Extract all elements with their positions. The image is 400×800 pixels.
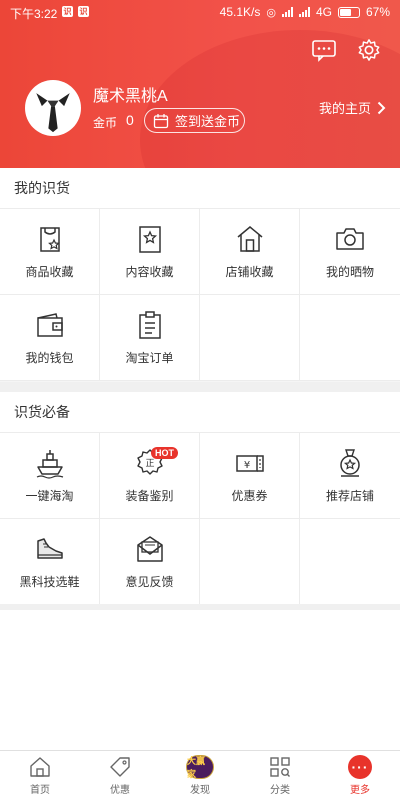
grid-item-feedback[interactable]: 意见反馈 — [100, 519, 200, 605]
coin-label: 金币 — [93, 116, 118, 130]
grid-item-label: 推荐店铺 — [325, 489, 374, 503]
tab-discover[interactable]: 大赢家 发现 — [160, 751, 240, 800]
empty-cell — [200, 295, 300, 381]
empty-cell — [300, 295, 400, 381]
grid-item-label: 意见反馈 — [125, 575, 174, 589]
my-section: 我的识货 商品收藏 内容收藏 店铺收藏 我的晒物 我的钱包 淘宝订单 — [0, 168, 400, 381]
net-speed: 45.1K/s — [219, 5, 261, 19]
discover-badge-icon: 大赢家 — [186, 755, 214, 779]
message-icon[interactable] — [311, 38, 337, 62]
coupon-icon: ¥ — [235, 455, 264, 472]
app-notification-icon: 识 — [78, 6, 89, 17]
home-icon — [30, 757, 50, 777]
grid-item-taobao-orders[interactable]: 淘宝订单 — [100, 295, 200, 381]
ship-icon — [36, 450, 63, 479]
network-type: 4G — [315, 5, 332, 19]
grid-item-product-favorites[interactable]: 商品收藏 — [0, 209, 100, 295]
more-dots-icon: ··· — [348, 755, 372, 779]
grid-item-label: 我的钱包 — [25, 351, 74, 365]
wallet-icon — [36, 313, 63, 337]
tab-categories[interactable]: 分类 — [240, 751, 320, 800]
tab-label: 更多 — [350, 785, 370, 796]
grid-item-my-showcase[interactable]: 我的晒物 — [300, 209, 400, 295]
checkin-button[interactable]: 签到送金币 — [144, 108, 245, 133]
homepage-label: 我的主页 — [318, 101, 371, 116]
avatar[interactable] — [25, 80, 81, 136]
grid-item-label: 优惠券 — [231, 489, 268, 503]
bookmark-star-icon — [138, 226, 161, 253]
store-icon — [237, 226, 262, 252]
empty-cell — [300, 519, 400, 605]
essentials-section: 识货必备 一键海淘 正 HOT 装备鉴别 ¥ 优惠券 推荐店铺 黑科技选鞋 意见… — [0, 392, 400, 605]
settings-icon[interactable] — [356, 38, 382, 62]
username: 魔术黑桃A — [93, 88, 168, 105]
grid-item-label: 淘宝订单 — [125, 351, 174, 365]
signal-icon — [281, 7, 293, 17]
tag-icon — [110, 757, 130, 777]
my-grid: 商品收藏 内容收藏 店铺收藏 我的晒物 我的钱包 淘宝订单 — [0, 208, 400, 381]
grid-item-label: 一键海淘 — [25, 489, 74, 503]
grid-item-label: 商品收藏 — [25, 265, 74, 279]
hot-badge: HOT — [151, 447, 178, 459]
chevron-right-icon — [377, 101, 386, 114]
coin-value: 0 — [126, 112, 134, 128]
tab-label: 发现 — [190, 785, 210, 796]
medal-icon — [340, 449, 360, 477]
avatar-image — [27, 82, 79, 134]
grid-item-my-wallet[interactable]: 我的钱包 — [0, 295, 100, 381]
section-title: 识货必备 — [14, 404, 70, 420]
grid-item-label: 装备鉴别 — [125, 489, 174, 503]
calendar-icon — [153, 113, 169, 128]
grid-item-label: 我的晒物 — [325, 265, 374, 279]
essentials-grid: 一键海淘 正 HOT 装备鉴别 ¥ 优惠券 推荐店铺 黑科技选鞋 意见反馈 — [0, 432, 400, 605]
status-bar: 下午3:22 识 识 45.1K/s ◎ 4G 67% — [0, 0, 400, 24]
grid-item-authentication[interactable]: 正 HOT 装备鉴别 — [100, 433, 200, 519]
empty-cell — [200, 519, 300, 605]
grid-item-content-favorites[interactable]: 内容收藏 — [100, 209, 200, 295]
empty-area — [0, 610, 400, 750]
clipboard-icon — [138, 311, 161, 339]
profile-header: 下午3:22 识 识 45.1K/s ◎ 4G 67% 魔术黑桃A 金币 0 签… — [0, 0, 400, 168]
sneaker-icon — [36, 538, 63, 559]
grid-item-store-favorites[interactable]: 店铺收藏 — [200, 209, 300, 295]
bag-star-icon — [39, 227, 60, 252]
tab-label: 优惠 — [110, 785, 130, 796]
tab-home[interactable]: 首页 — [0, 751, 80, 800]
battery-percent: 67% — [365, 5, 390, 19]
svg-text:¥: ¥ — [243, 460, 249, 471]
signal-icon — [298, 7, 310, 17]
grid-item-tech-shoe-picker[interactable]: 黑科技选鞋 — [0, 519, 100, 605]
bottom-tab-bar: 首页 优惠 大赢家 发现 分类 ··· 更多 — [0, 750, 400, 800]
grid-item-overseas-shopping[interactable]: 一键海淘 — [0, 433, 100, 519]
tab-label: 分类 — [270, 785, 290, 796]
battery-icon — [337, 6, 360, 18]
tab-deals[interactable]: 优惠 — [80, 751, 160, 800]
grid-item-label: 黑科技选鞋 — [19, 575, 80, 589]
grid-item-label: 内容收藏 — [125, 265, 174, 279]
tab-more[interactable]: ··· 更多 — [320, 751, 400, 800]
tab-label: 首页 — [30, 785, 50, 796]
camera-icon — [336, 228, 364, 250]
status-time: 下午3:22 — [10, 7, 58, 21]
category-grid-icon — [270, 757, 290, 777]
grid-item-label: 店铺收藏 — [225, 265, 274, 279]
app-notification-icon: 识 — [62, 6, 73, 17]
checkin-label: 签到送金币 — [175, 114, 241, 129]
my-homepage-link[interactable]: 我的主页 — [319, 98, 386, 117]
section-divider — [0, 382, 400, 392]
alarm-icon: ◎ — [266, 6, 276, 19]
grid-item-coupons[interactable]: ¥ 优惠券 — [200, 433, 300, 519]
svg-text:正: 正 — [145, 459, 154, 469]
section-title: 我的识货 — [14, 180, 70, 196]
grid-item-recommended-stores[interactable]: 推荐店铺 — [300, 433, 400, 519]
mail-icon — [136, 536, 163, 562]
